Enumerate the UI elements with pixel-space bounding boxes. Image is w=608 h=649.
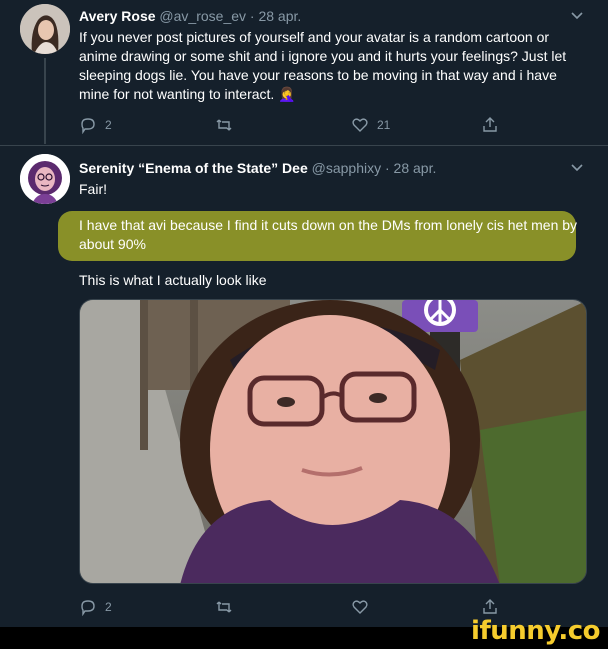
timestamp[interactable]: · 28 apr.: [250, 8, 301, 24]
like-icon: [352, 118, 368, 132]
like-button[interactable]: 21: [351, 116, 390, 134]
retweet-icon: [216, 119, 232, 131]
like-icon: [352, 600, 368, 614]
avatar-avery-rose[interactable]: [20, 4, 70, 54]
tweet-text-line1: Fair!: [79, 181, 107, 197]
retweet-button[interactable]: [215, 598, 241, 616]
reply-button[interactable]: 2: [79, 116, 112, 134]
tweet-text-highlighted: I have that avi because I find it cuts d…: [79, 217, 578, 252]
chevron-down-icon[interactable]: [570, 8, 584, 22]
handle[interactable]: @sapphixy: [312, 160, 381, 176]
like-count: 21: [377, 118, 391, 132]
reply-icon: [81, 600, 95, 616]
display-name[interactable]: Serenity “Enema of the State” Dee: [79, 160, 308, 176]
share-button[interactable]: [481, 116, 499, 134]
like-button[interactable]: [351, 598, 377, 616]
thread-line: [44, 58, 46, 144]
tweet-serenity-dee[interactable]: Serenity “Enema of the State” Dee @sapph…: [0, 145, 608, 627]
share-button[interactable]: [481, 598, 499, 616]
tweet-text: If you never post pictures of yourself a…: [79, 29, 567, 102]
tweet-actions: 2: [79, 598, 519, 618]
tweet-photo[interactable]: [79, 299, 587, 584]
timestamp[interactable]: · 28 apr.: [385, 160, 436, 176]
tweet-actions: 2 21: [79, 116, 519, 136]
reply-count: 2: [105, 600, 112, 614]
reply-button[interactable]: 2: [79, 598, 112, 616]
retweet-icon: [216, 601, 232, 613]
handle[interactable]: @av_rose_ev: [159, 8, 246, 24]
tweet-avery-rose[interactable]: Avery Rose @av_rose_ev · 28 apr. If you …: [0, 0, 608, 144]
display-name[interactable]: Avery Rose: [79, 8, 156, 24]
share-icon: [483, 599, 497, 614]
reply-icon: [81, 118, 95, 134]
ifunny-watermark: ifunny.co: [471, 616, 600, 646]
avatar-serenity-dee[interactable]: [20, 154, 70, 204]
chevron-down-icon[interactable]: [570, 160, 584, 174]
share-icon: [483, 117, 497, 132]
retweet-button[interactable]: [215, 116, 241, 134]
tweet-header: Serenity “Enema of the State” Dee @sapph…: [79, 160, 436, 176]
tweet-text-line3: This is what I actually look like: [79, 272, 267, 288]
reply-count: 2: [105, 118, 112, 132]
tweet-header: Avery Rose @av_rose_ev · 28 apr.: [79, 8, 301, 24]
